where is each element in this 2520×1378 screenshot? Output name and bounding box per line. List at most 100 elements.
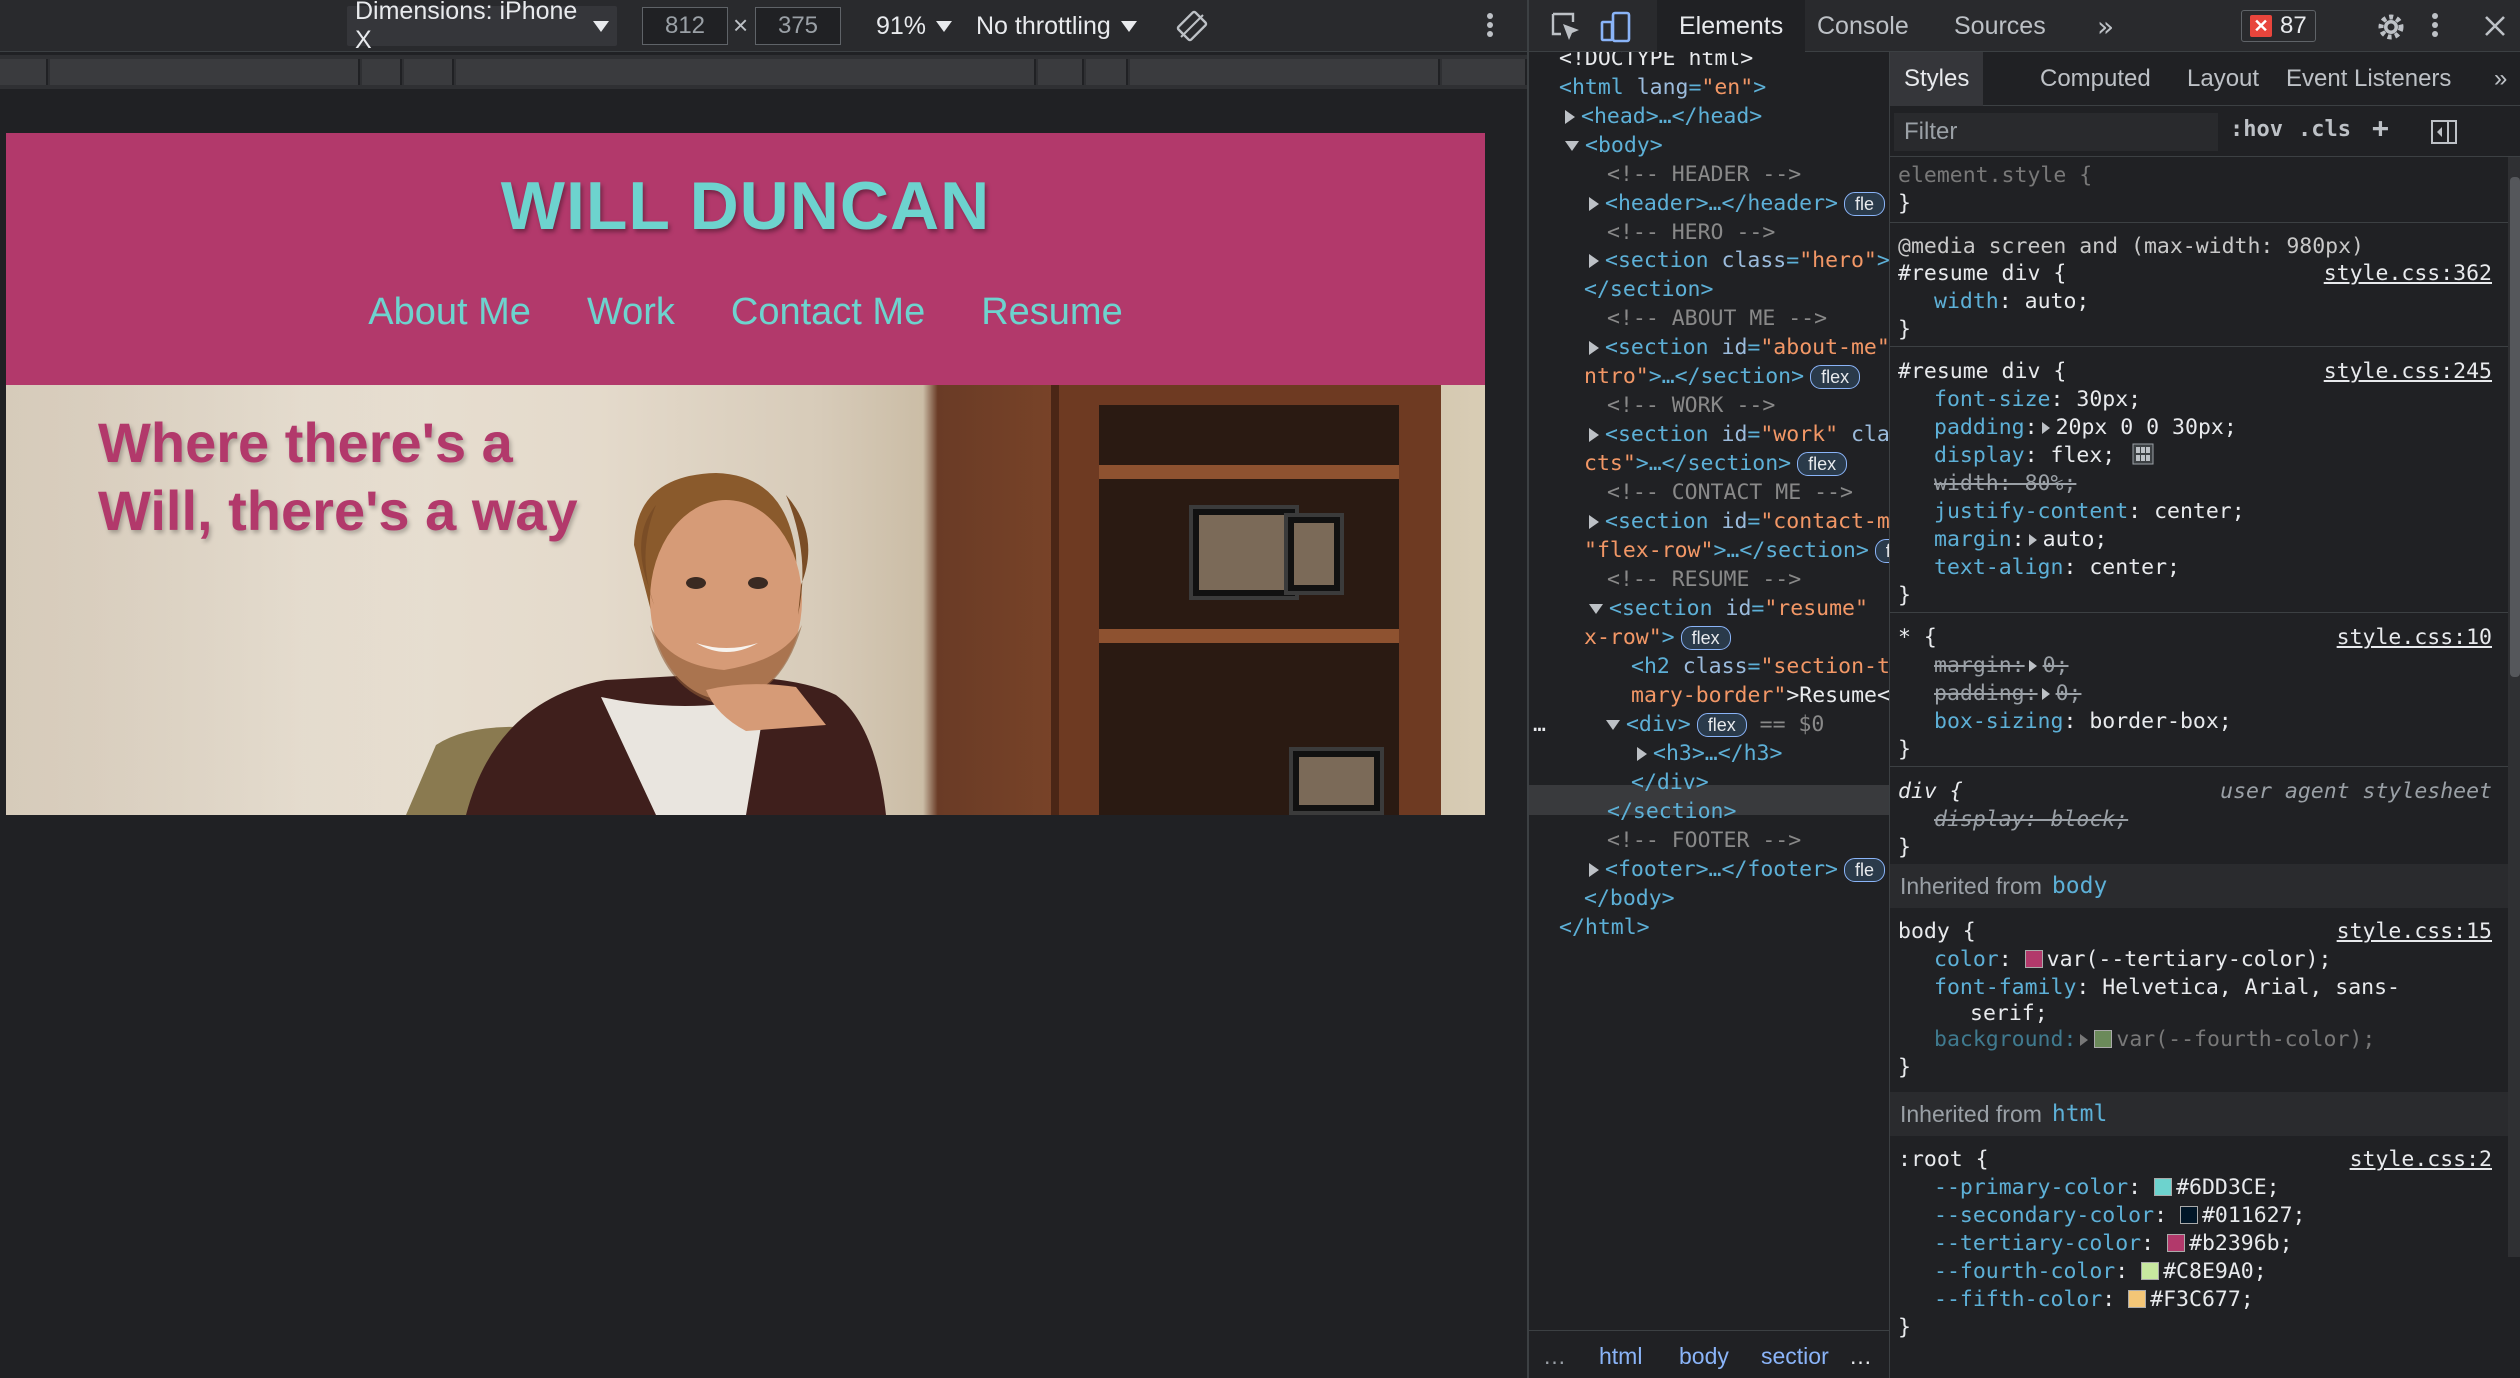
nav-contact-me[interactable]: Contact Me	[731, 291, 925, 334]
tab-styles[interactable]: Styles	[1890, 52, 1984, 106]
expand-arrow-icon[interactable]	[1589, 428, 1599, 442]
tab-sources[interactable]: Sources	[1932, 0, 2068, 52]
rule-selector[interactable]: div {user agent stylesheet	[1898, 778, 2508, 806]
css-declaration[interactable]: display: flex;	[1934, 442, 2154, 470]
rule-selector[interactable]: :root {style.css:2	[1898, 1146, 2508, 1174]
css-declaration[interactable]: font-size: 30px;	[1934, 386, 2141, 414]
source-link[interactable]: style.css:362	[2324, 260, 2492, 288]
dom-work-section[interactable]: <section id="work" cla	[1589, 420, 1889, 449]
styles-filter-input[interactable]: Filter	[1894, 113, 2218, 151]
expand-arrow-icon[interactable]	[1589, 341, 1599, 355]
css-declaration[interactable]: justify-content: center;	[1934, 498, 2245, 526]
toggle-sidebar-icon[interactable]	[2430, 119, 2458, 145]
height-input[interactable]: 375	[755, 7, 841, 45]
source-link[interactable]: style.css:245	[2324, 358, 2492, 386]
collapse-arrow-icon[interactable]	[1565, 141, 1579, 151]
hover-state-toggle[interactable]: :hov	[2230, 117, 2283, 142]
dom-comment[interactable]: <!-- FOOTER -->	[1607, 826, 1801, 855]
tab-event-listeners[interactable]: Event Listeners	[2272, 52, 2465, 106]
color-swatch[interactable]	[2141, 1262, 2160, 1280]
dom-resume-section-cont[interactable]: x-row"> flex	[1584, 623, 1731, 652]
dom-h3-node[interactable]: <h3>…</h3>	[1637, 739, 1782, 768]
flex-badge[interactable]: fle	[1874, 539, 1889, 563]
dom-comment[interactable]: <!-- HERO -->	[1607, 218, 1775, 247]
nav-about-me[interactable]: About Me	[368, 291, 531, 334]
throttle-select[interactable]: No throttling	[976, 0, 1137, 52]
dom-html-close[interactable]: </html>	[1559, 913, 1650, 942]
source-link[interactable]: style.css:2	[2350, 1146, 2492, 1174]
dom-footer-node[interactable]: <footer>…</footer> fle	[1589, 855, 1886, 884]
breadcrumb-more-left[interactable]: …	[1543, 1343, 1566, 1370]
expand-arrow-icon[interactable]	[1637, 747, 1647, 761]
color-swatch[interactable]	[2128, 1290, 2147, 1308]
css-declaration[interactable]: box-sizing: border-box;	[1934, 708, 2232, 736]
breadcrumb-section[interactable]: sectior	[1761, 1343, 1829, 1370]
styles-scrollbar-thumb[interactable]	[2510, 177, 2520, 677]
dom-comment[interactable]: <!-- HEADER -->	[1607, 160, 1801, 189]
dom-comment[interactable]: <!-- CONTACT ME -->	[1607, 478, 1853, 507]
more-style-tabs[interactable]: »	[2486, 52, 2515, 106]
zoom-select[interactable]: 91%	[876, 0, 953, 52]
dom-body-node[interactable]: <body>	[1565, 131, 1663, 160]
dom-resume-section[interactable]: <section id="resume"	[1589, 594, 1868, 623]
flex-badge[interactable]: flex	[1810, 365, 1861, 389]
css-declaration-overridden[interactable]: margin: 0;	[1934, 652, 2069, 680]
breadcrumb-html[interactable]: html	[1599, 1343, 1642, 1370]
css-variable-declaration[interactable]: --secondary-color: #011627;	[1934, 1202, 2306, 1230]
dom-contact-section[interactable]: <section id="contact-m	[1589, 507, 1889, 536]
dom-comment[interactable]: <!-- RESUME -->	[1607, 565, 1801, 594]
color-swatch[interactable]	[2024, 950, 2043, 968]
dom-body-close[interactable]: </body>	[1584, 884, 1675, 913]
rule-selector[interactable]: * {style.css:10	[1898, 624, 2508, 652]
collapse-arrow-icon[interactable]	[1605, 720, 1620, 730]
tab-console[interactable]: Console	[1795, 0, 1931, 52]
dom-section-close[interactable]: </section>	[1584, 275, 1713, 304]
styles-scrollbar[interactable]	[2508, 157, 2520, 1257]
css-declaration-overridden[interactable]: padding: 0;	[1934, 680, 2081, 708]
dom-hero-section[interactable]: <section class="hero">	[1589, 246, 1889, 275]
css-declaration[interactable]: padding: 20px 0 0 30px;	[1934, 414, 2237, 442]
rule-selector[interactable]: body {style.css:15	[1898, 918, 2508, 946]
dom-head-node[interactable]: <head>…</head>	[1565, 102, 1762, 131]
color-swatch[interactable]	[2094, 1030, 2113, 1048]
css-declaration[interactable]: width: auto;	[1934, 288, 2089, 316]
dom-div-close[interactable]: </div>	[1631, 768, 1709, 797]
css-variable-declaration[interactable]: --fourth-color: #C8E9A0;	[1934, 1258, 2267, 1286]
tab-elements[interactable]: Elements	[1657, 0, 1806, 52]
dom-selected-div[interactable]: … <div> flex == $0	[1533, 710, 1824, 739]
error-count-badge[interactable]: ✕ 87	[2241, 10, 2316, 42]
css-declaration[interactable]: text-align: center;	[1934, 554, 2180, 582]
new-rule-button[interactable]: +	[2372, 111, 2389, 144]
dom-section-close[interactable]: </section>	[1607, 797, 1736, 826]
breadcrumb-more-right[interactable]: …	[1849, 1343, 1872, 1370]
source-link[interactable]: style.css:10	[2337, 624, 2492, 652]
color-swatch[interactable]	[2167, 1234, 2185, 1252]
width-input[interactable]: 812	[642, 7, 728, 45]
breadcrumb-body[interactable]: body	[1679, 1343, 1729, 1370]
inherited-html-link[interactable]: html	[2052, 1101, 2107, 1127]
collapse-arrow-icon[interactable]	[1589, 604, 1603, 614]
flexbox-editor-icon[interactable]	[2132, 443, 2154, 465]
flex-badge[interactable]: fle	[1844, 192, 1886, 216]
expand-arrow-icon[interactable]	[1589, 515, 1599, 529]
dom-doctype[interactable]: <!DOCTYPE html>	[1559, 52, 1753, 73]
css-variable-declaration[interactable]: --fifth-color: #F3C677;	[1934, 1286, 2254, 1314]
expand-arrow-icon[interactable]	[1589, 863, 1599, 877]
inherited-body-link[interactable]: body	[2052, 873, 2107, 899]
dom-html-node[interactable]: <html lang="en">	[1559, 73, 1766, 102]
gear-icon[interactable]	[2374, 10, 2408, 44]
color-swatch[interactable]	[2154, 1178, 2173, 1196]
css-declaration-overridden[interactable]: display: block;	[1934, 806, 2128, 834]
dom-comment[interactable]: <!-- WORK -->	[1607, 391, 1775, 420]
rule-selector[interactable]: #resume div {style.css:362	[1898, 260, 2508, 288]
tab-computed[interactable]: Computed	[2026, 52, 2165, 106]
rotate-icon[interactable]	[1176, 10, 1208, 42]
devtools-menu-icon[interactable]	[2429, 10, 2441, 42]
rule-selector[interactable]: #resume div {style.css:245	[1898, 358, 2508, 386]
source-link[interactable]: style.css:15	[2337, 918, 2492, 946]
nav-work[interactable]: Work	[587, 291, 675, 334]
inspect-element-icon[interactable]	[1549, 10, 1583, 44]
flex-badge[interactable]: flex	[1797, 452, 1848, 476]
more-options-icon[interactable]	[1484, 10, 1496, 42]
expand-arrow-icon[interactable]	[1589, 254, 1599, 268]
